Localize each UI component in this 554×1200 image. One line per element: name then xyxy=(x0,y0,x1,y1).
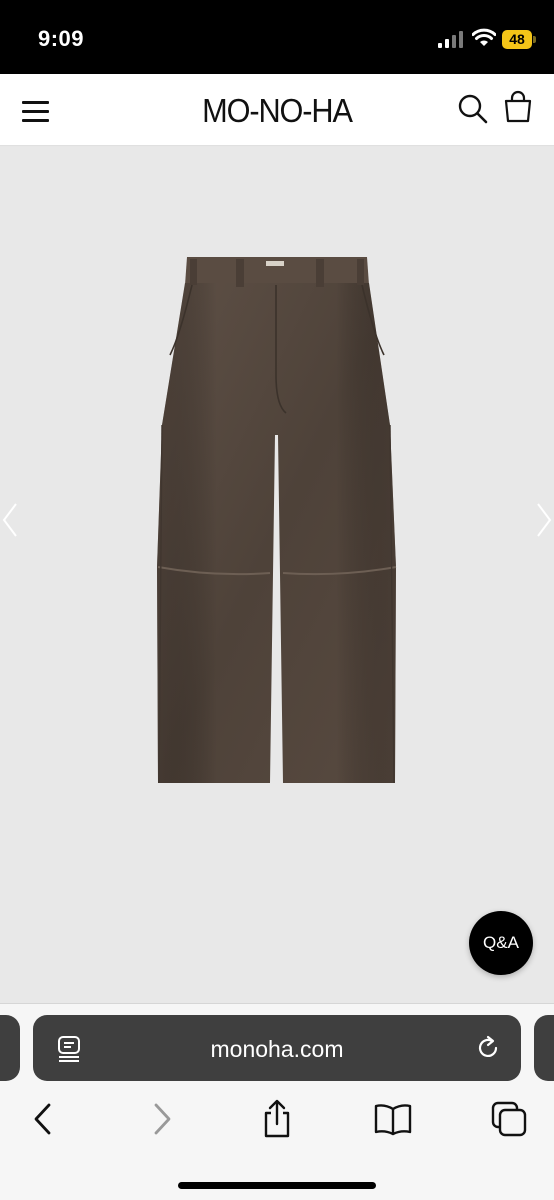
wifi-icon xyxy=(472,28,496,46)
battery-icon: 48 xyxy=(502,30,536,49)
qa-button[interactable]: Q&A xyxy=(469,911,533,975)
status-bar: 9:09 48 xyxy=(0,0,554,74)
cellular-signal-icon xyxy=(438,31,463,48)
tabs-icon[interactable] xyxy=(489,1099,529,1139)
shopping-bag-icon[interactable] xyxy=(503,90,533,124)
share-icon[interactable] xyxy=(257,1099,297,1139)
search-icon[interactable] xyxy=(457,93,489,125)
product-image[interactable] xyxy=(150,255,404,783)
previous-tab-peek[interactable] xyxy=(0,1015,20,1081)
browser-toolbar: monoha.com xyxy=(0,1003,554,1200)
battery-level: 48 xyxy=(502,30,532,49)
back-icon[interactable] xyxy=(24,1099,64,1139)
status-time: 9:09 xyxy=(38,26,85,51)
chevron-right-icon[interactable] xyxy=(532,500,554,540)
address-bar[interactable]: monoha.com xyxy=(33,1015,521,1081)
next-tab-peek[interactable] xyxy=(534,1015,554,1081)
bookmarks-icon[interactable] xyxy=(373,1099,413,1139)
url-text[interactable]: monoha.com xyxy=(33,1036,521,1063)
forward-icon[interactable] xyxy=(142,1099,182,1139)
battery-tip xyxy=(533,36,536,43)
screen: 9:09 48 MO-NO-HA Q&A monoha.com xyxy=(0,0,554,1200)
site-header: MO-NO-HA xyxy=(0,74,554,146)
product-gallery[interactable]: Q&A xyxy=(0,147,554,1003)
reload-icon[interactable] xyxy=(475,1035,501,1061)
home-indicator[interactable] xyxy=(178,1182,376,1189)
chevron-left-icon[interactable] xyxy=(0,500,22,540)
